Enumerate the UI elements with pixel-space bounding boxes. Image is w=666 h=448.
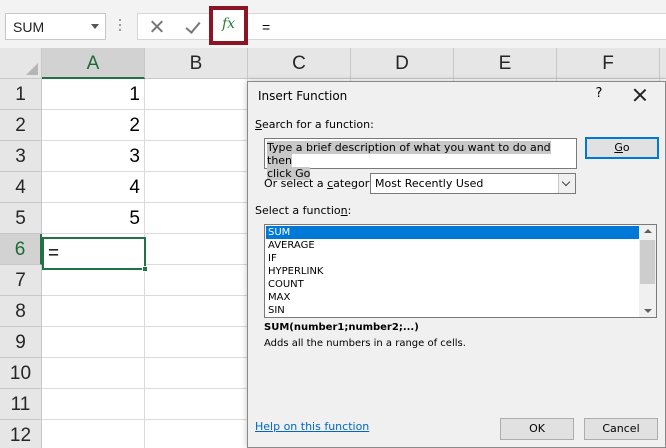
row-header-5[interactable]: 5 xyxy=(0,203,42,234)
column-header-f[interactable]: F xyxy=(557,48,660,79)
row-header-1[interactable]: 1 xyxy=(0,79,42,110)
cell-a3[interactable]: 3 xyxy=(42,141,145,172)
search-input[interactable]: Type a brief description of what you wan… xyxy=(264,138,577,180)
chevron-down-icon[interactable] xyxy=(558,174,575,193)
dialog-title: Insert Function xyxy=(258,89,348,103)
scroll-thumb[interactable] xyxy=(640,240,655,284)
list-item-if[interactable]: IF xyxy=(266,252,639,265)
list-scrollbar[interactable] xyxy=(639,225,656,317)
fill-handle[interactable] xyxy=(142,266,148,272)
enter-checkmark-icon[interactable] xyxy=(184,18,204,36)
category-value: Most Recently Used xyxy=(375,177,484,190)
list-item-count[interactable]: COUNT xyxy=(266,278,639,291)
list-item-hyperlink[interactable]: HYPERLINK xyxy=(266,265,639,278)
category-select[interactable]: Most Recently Used xyxy=(370,173,576,194)
row-header-6[interactable]: 6 xyxy=(0,234,42,265)
list-item-sin[interactable]: SIN xyxy=(266,304,639,317)
active-cell-value: = xyxy=(48,243,60,264)
cell-a2[interactable]: 2 xyxy=(42,110,145,141)
fx-icon: fx xyxy=(221,16,236,32)
row-header-10[interactable]: 10 xyxy=(0,358,42,389)
row-header-2[interactable]: 2 xyxy=(0,110,42,141)
function-list-label: Select a function: xyxy=(255,204,352,217)
select-all-button[interactable] xyxy=(0,48,42,79)
column-header-b[interactable]: B xyxy=(145,48,248,79)
close-icon[interactable] xyxy=(632,87,648,103)
formula-text: = xyxy=(262,19,271,35)
formula-bar: SUM fx = xyxy=(0,0,666,48)
insert-function-dialog: Insert Function ? Search for a function:… xyxy=(247,81,666,448)
column-header-g[interactable] xyxy=(660,48,666,79)
row-header-11[interactable]: 11 xyxy=(0,389,42,420)
column-header-a[interactable]: A xyxy=(42,48,145,79)
list-item-average[interactable]: AVERAGE xyxy=(266,239,639,252)
name-box[interactable]: SUM xyxy=(5,13,106,40)
function-description: Adds all the numbers in a range of cells… xyxy=(264,338,466,349)
chevron-down-icon[interactable] xyxy=(91,24,99,29)
category-label: Or select a category: xyxy=(264,177,379,190)
name-box-value: SUM xyxy=(13,19,45,35)
drag-handle-icon[interactable] xyxy=(118,16,122,36)
column-header-e[interactable]: E xyxy=(454,48,557,79)
function-list[interactable]: SUM AVERAGE IF HYPERLINK COUNT MAX SIN xyxy=(264,224,657,318)
row-header-12[interactable]: 12 xyxy=(0,420,42,448)
formula-input[interactable]: = xyxy=(248,13,666,40)
cell-a4[interactable]: 4 xyxy=(42,172,145,203)
help-icon[interactable]: ? xyxy=(592,86,606,101)
row-header-7[interactable]: 7 xyxy=(0,265,42,296)
help-link[interactable]: Help on this function xyxy=(255,420,369,433)
row-header-9[interactable]: 9 xyxy=(0,327,42,358)
row-header-3[interactable]: 3 xyxy=(0,141,42,172)
scroll-down-icon[interactable] xyxy=(644,309,652,313)
function-syntax: SUM(number1;number2;...) xyxy=(264,322,419,333)
cell-a5[interactable]: 5 xyxy=(42,203,145,234)
insert-function-button[interactable]: fx xyxy=(209,6,248,45)
active-cell-a6[interactable]: = xyxy=(42,237,148,272)
column-header-d[interactable]: D xyxy=(351,48,454,79)
ok-button[interactable]: OK xyxy=(500,418,574,440)
column-header-c[interactable]: C xyxy=(248,48,351,79)
cancel-button[interactable]: Cancel xyxy=(584,418,658,440)
row-header-4[interactable]: 4 xyxy=(0,172,42,203)
cancel-entry-icon[interactable] xyxy=(147,17,167,37)
list-item-max[interactable]: MAX xyxy=(266,291,639,304)
search-label: Search for a function: xyxy=(255,118,374,131)
scroll-up-icon[interactable] xyxy=(644,229,652,233)
go-button[interactable]: Go xyxy=(585,137,659,159)
row-header-8[interactable]: 8 xyxy=(0,296,42,327)
cell-a1[interactable]: 1 xyxy=(42,79,145,110)
list-item-sum[interactable]: SUM xyxy=(266,226,639,239)
